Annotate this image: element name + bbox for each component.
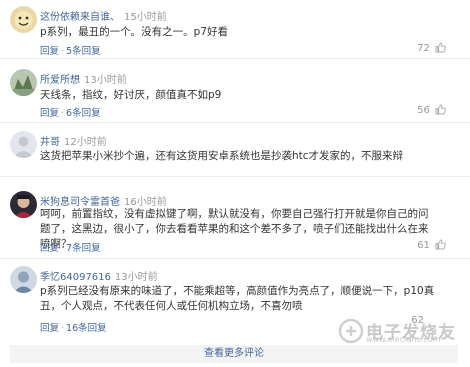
reply-count-link[interactable]: 5条回复 <box>66 46 101 57</box>
comment-time: 15小时前 <box>124 12 167 23</box>
divider <box>0 122 470 123</box>
divider <box>0 258 470 259</box>
reply-link[interactable]: 回复 <box>40 243 59 254</box>
comment-username[interactable]: 所爱所想 13小时前 <box>40 71 127 86</box>
watermark-url: www.elecfans.com <box>366 335 441 344</box>
comment-username[interactable]: 这份依赖来自谁、 15小时前 <box>40 8 167 23</box>
reply-count-link[interactable]: 16条回复 <box>66 323 107 334</box>
reply-link[interactable]: 回复 <box>40 108 59 119</box>
thumbs-up-icon <box>435 42 446 56</box>
like-count: 56 <box>417 105 430 116</box>
comment-text: 天线条，指纹，好讨厌，颜值真不如p9 <box>40 89 222 101</box>
comment-username[interactable]: 米狗息司令雷首爸 16小时前 <box>40 193 167 208</box>
view-more-comments-button[interactable]: 查看更多评论 <box>10 345 458 363</box>
comment-actions: 回复 · 7条回复 <box>40 243 101 254</box>
reply-count-link[interactable]: 6条回复 <box>66 108 101 119</box>
thumbs-up-icon <box>435 104 446 118</box>
like-button[interactable]: 56 <box>417 104 446 118</box>
like-count: 72 <box>417 43 430 54</box>
avatar[interactable] <box>10 266 37 293</box>
divider <box>0 58 470 59</box>
comment-username[interactable]: 井哥 12小时前 <box>40 133 107 148</box>
watermark-icon <box>338 318 364 344</box>
avatar[interactable] <box>10 6 37 33</box>
comment-text: p系列已经没有原来的味道了，不能乘超等，高颜值作为亮点了，顺便说一下，p10真丑… <box>40 285 435 312</box>
comment-text: 这货把苹果小米抄个遍，还有这货用安卓系统也是抄袭htc才发家的，不服来辩 <box>40 150 404 162</box>
thumbs-up-icon <box>435 239 446 253</box>
avatar[interactable] <box>10 131 37 158</box>
reply-link[interactable]: 回复 <box>40 46 59 57</box>
comment-time: 13小时前 <box>114 272 158 283</box>
avatar[interactable] <box>10 69 37 96</box>
comment-time: 12小时前 <box>64 137 107 148</box>
reply-count-link[interactable]: 7条回复 <box>66 243 101 254</box>
comment-actions: 回复 · 6条回复 <box>40 108 101 119</box>
comment-time: 13小时前 <box>84 75 127 86</box>
like-button[interactable]: 72 <box>417 42 446 56</box>
comment-actions: 回复 · 16条回复 <box>40 323 107 334</box>
like-button[interactable]: 61 <box>417 239 446 253</box>
comment-username[interactable]: 季忆64097616 13小时前 <box>40 268 158 283</box>
comment-text: p系列，最丑的一个。没有之一。p7好看 <box>40 26 229 38</box>
reply-link[interactable]: 回复 <box>40 323 59 334</box>
watermark-logo: 电子发烧友 www.elecfans.com <box>338 318 462 344</box>
divider <box>0 176 470 177</box>
comment-actions: 回复 · 5条回复 <box>40 46 101 57</box>
like-count: 61 <box>417 240 430 251</box>
avatar[interactable] <box>10 191 37 218</box>
